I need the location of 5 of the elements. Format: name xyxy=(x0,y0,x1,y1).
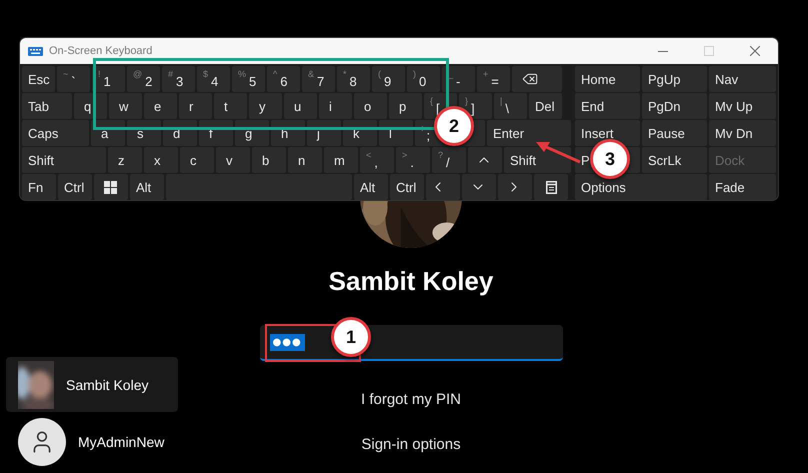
user-name: Sambit Koley xyxy=(66,376,148,392)
window-title: On-Screen Keyboard xyxy=(49,45,154,57)
user-name: Sambit Koley xyxy=(328,266,494,297)
user-name: MyAdminNew xyxy=(78,434,164,450)
pin-value: ●●● xyxy=(270,334,305,350)
